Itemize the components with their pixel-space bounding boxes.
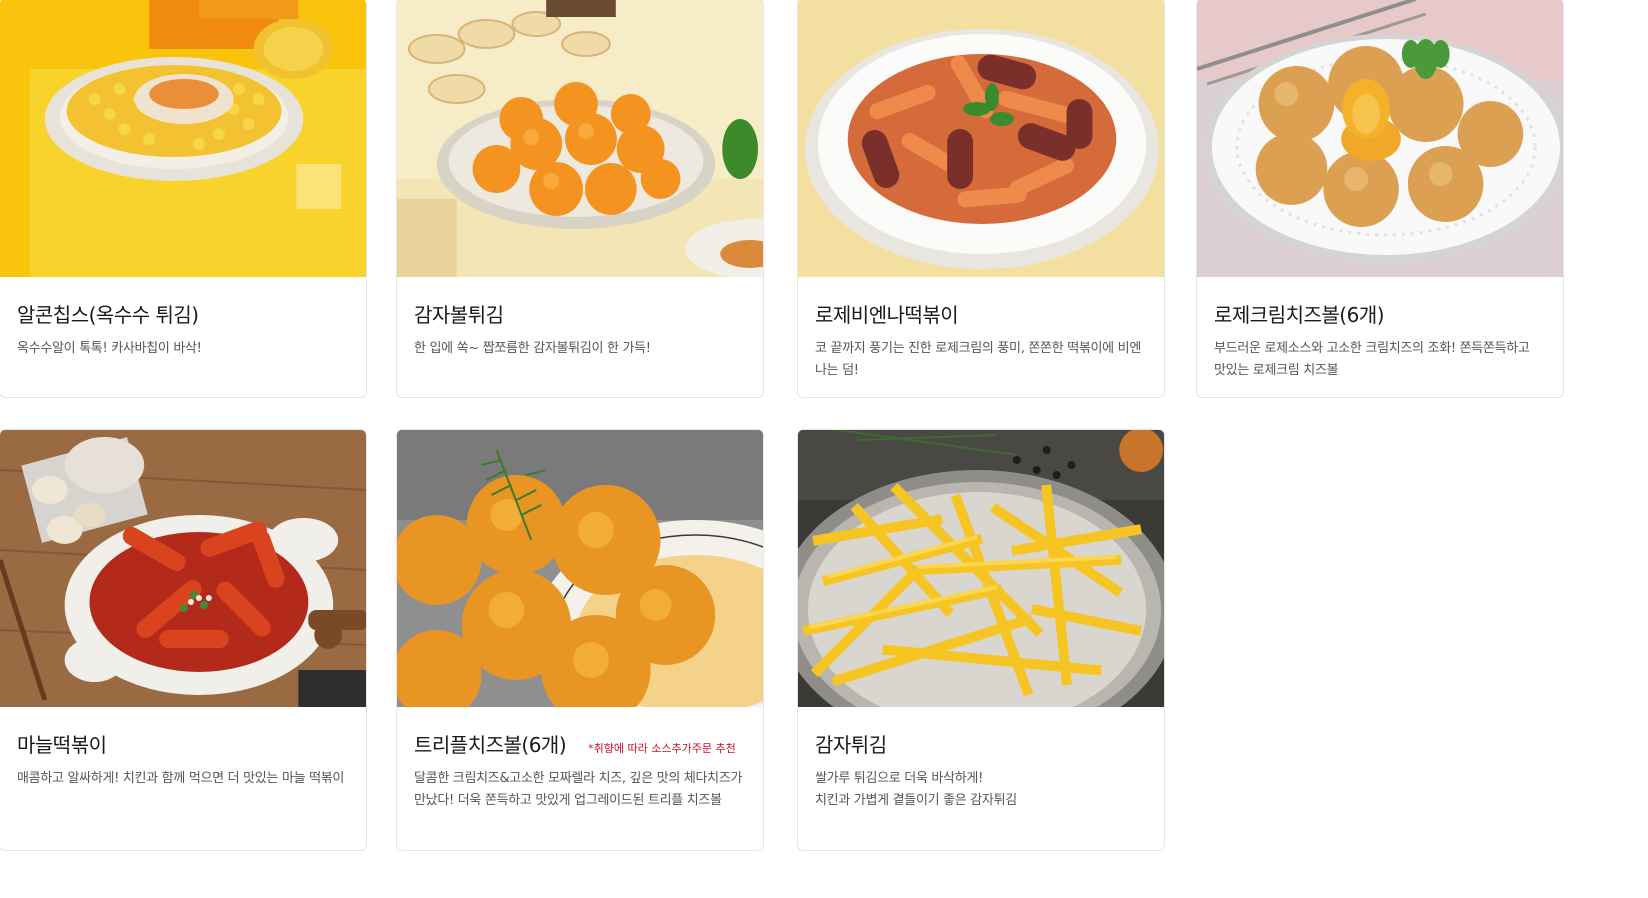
garlic-tteokbokki-photo [0,430,366,707]
potato-ball-photo [397,0,763,277]
menu-item-description: 부드러운 로제소스와 고소한 크림치즈의 조화! 쫀득쫀득하고 맛있는 로제크림… [1214,341,1530,378]
menu-card-garlic-tteokbokki[interactable]: 마늘떡볶이 매콤하고 알싸하게! 치킨과 함께 먹으면 더 맛있는 마늘 떡볶이 [0,429,367,851]
triple-cheese-ball-photo [397,430,763,707]
menu-item-description: 쌀가루 튀김으로 더욱 바삭하게! 치킨과 가볍게 곁들이기 좋은 감자튀김 [815,771,1017,808]
menu-item-description: 코 끝까지 풍기는 진한 로제크림의 풍미, 쫀쫀한 떡볶이에 비엔나는 덤! [815,341,1141,378]
menu-card-rose-cream-cheese-balls[interactable]: 로제크림치즈볼(6개) 부드러운 로제소스와 고소한 크림치즈의 조화! 쫀득쫀… [1196,0,1564,398]
menu-item-name: 마늘떡볶이 [17,733,107,757]
corn-chips-photo [0,0,366,277]
menu-item-description: 매콤하고 알싸하게! 치킨과 함께 먹으면 더 맛있는 마늘 떡볶이 [17,771,345,786]
sauce-recommendation-note: *취향에 따라 소스추가주문 추천 [588,742,736,755]
rose-cream-cheese-ball-photo [1197,0,1563,277]
menu-item-name: 알콘칩스(옥수수 튀김) [17,303,199,327]
menu-item-description: 달콤한 크림치즈&고소한 모짜렐라 치즈, 깊은 맛의 체다치즈가 만났다! 더… [414,771,743,808]
menu-card-triple-cheese-balls[interactable]: 트리플치즈볼(6개) *취향에 따라 소스추가주문 추천 달콤한 크림치즈&고소… [396,429,764,851]
menu-item-name: 트리플치즈볼(6개) [414,733,567,757]
menu-item-name: 감자튀김 [815,733,887,757]
rose-vienna-tteokbokki-photo [798,0,1164,277]
menu-grid: 알콘칩스(옥수수 튀김) 옥수수알이 톡톡! 카사바칩이 바삭! 감자볼튀김 한… [0,0,1648,898]
menu-card-french-fries[interactable]: 감자튀김 쌀가루 튀김으로 더욱 바삭하게! 치킨과 가볍게 곁들이기 좋은 감… [797,429,1165,851]
menu-card-potato-balls[interactable]: 감자볼튀김 한 입에 쏙~ 짭쪼름한 감자볼튀김이 한 가득! [396,0,764,398]
menu-item-name: 로제비엔나떡볶이 [815,303,959,327]
menu-item-name: 감자볼튀김 [414,303,504,327]
menu-card-corn-chips[interactable]: 알콘칩스(옥수수 튀김) 옥수수알이 톡톡! 카사바칩이 바삭! [0,0,367,398]
menu-item-name: 로제크림치즈볼(6개) [1214,303,1385,327]
menu-card-rose-vienna-tteokbokki[interactable]: 로제비엔나떡볶이 코 끝까지 풍기는 진한 로제크림의 풍미, 쫀쫀한 떡볶이에… [797,0,1165,398]
menu-item-description: 옥수수알이 톡톡! 카사바칩이 바삭! [17,341,202,356]
menu-item-description: 한 입에 쏙~ 짭쪼름한 감자볼튀김이 한 가득! [414,341,651,356]
french-fries-photo [798,430,1164,707]
